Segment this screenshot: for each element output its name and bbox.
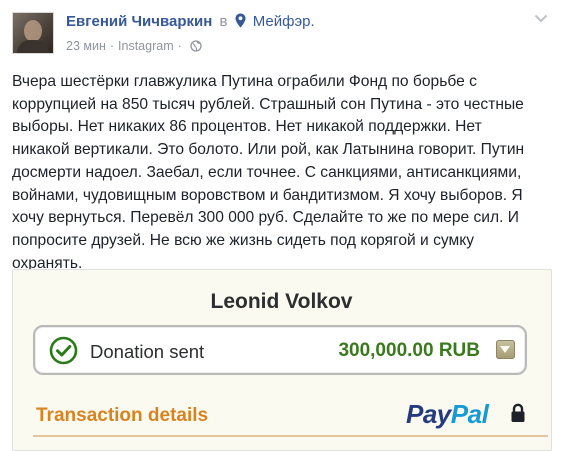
- globe-icon[interactable]: [190, 40, 202, 52]
- post-text-line: выборы. Нет никаких 86 процентов. Нет ни…: [12, 118, 482, 136]
- meta-separator-2: ·: [177, 39, 182, 53]
- avatar-body: [17, 40, 49, 53]
- meta-separator: ·: [109, 39, 115, 53]
- map-pin-icon: [235, 13, 246, 28]
- post-text-line: никакой вертикали. Это болото. Или рой, …: [12, 141, 525, 159]
- post-text-line: попросите друзей. Не всю же жизнь сидеть…: [12, 231, 475, 249]
- post-text-line: досмерти надоел. Заебал, если точнее. С …: [12, 163, 522, 181]
- post-header: Евгений Чичваркин в Мейфэр.: [66, 13, 315, 30]
- location-link[interactable]: Мейфэр.: [253, 13, 315, 30]
- post-text-line: войнами, чудовищным воровством и бандити…: [12, 186, 523, 204]
- check-circle-icon: [49, 336, 78, 365]
- paypal-logo-pal: Pal: [450, 399, 489, 429]
- post-text-line: хочу вернуться. Перевёл 300 000 руб. Сде…: [12, 209, 519, 227]
- post-meta: 23 мин · Instagram ·: [66, 39, 202, 53]
- donation-status-label: Donation sent: [90, 341, 205, 362]
- donation-amount: 300,000.00 RUB: [338, 340, 480, 361]
- avatar-face: [24, 20, 42, 42]
- recipient-name: Leonid Volkov: [210, 290, 353, 313]
- post-text-line: коррупцией на 850 тысяч рублей. Страшный…: [12, 95, 524, 113]
- paypal-logo: PayPal: [406, 399, 489, 430]
- post-timestamp[interactable]: 23 мин: [66, 39, 106, 53]
- post-body: Вчера шестёрки главжулика Путина ограбил…: [12, 71, 552, 275]
- in-word: в: [219, 13, 228, 30]
- author-name-link[interactable]: Евгений Чичваркин: [66, 13, 212, 30]
- lock-icon: [511, 403, 525, 422]
- post-source[interactable]: Instagram: [118, 39, 174, 53]
- donation-status-box: Donation sent 300,000.00 RUB: [33, 325, 527, 375]
- author-avatar[interactable]: [12, 12, 54, 54]
- transaction-details-title: Transaction details: [36, 405, 209, 426]
- section-divider: [33, 435, 548, 437]
- chevron-down-icon[interactable]: [534, 14, 548, 23]
- details-dropdown-button: [496, 340, 515, 359]
- paypal-logo-pay: Pay: [406, 399, 451, 429]
- post-text-line: Вчера шестёрки главжулика Путина ограбил…: [12, 73, 477, 90]
